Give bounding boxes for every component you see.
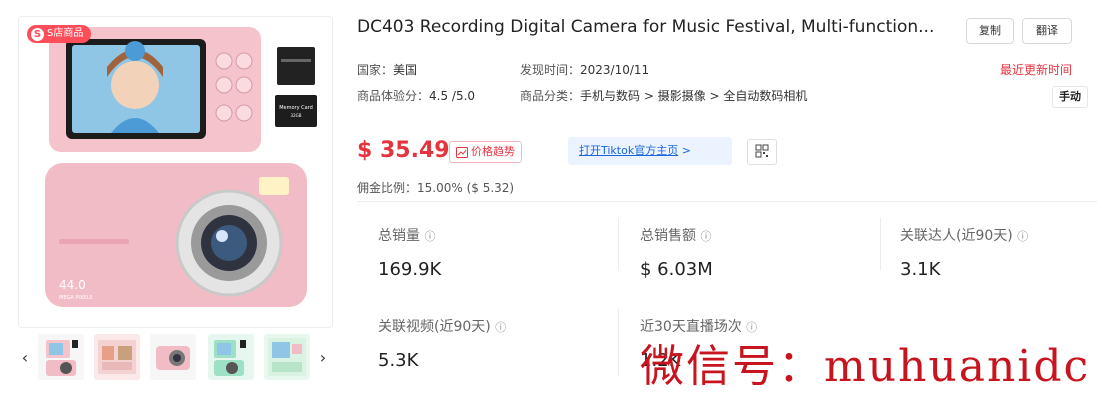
found-time-value: 2023/10/11 xyxy=(580,63,650,77)
price-trend-button[interactable]: 价格趋势 xyxy=(449,141,522,163)
info-icon[interactable]: ⓘ xyxy=(700,230,711,243)
stat-total-revenue-label: 总销售额 ⓘ xyxy=(640,228,712,244)
stat-related-videos-value: 5.3K xyxy=(378,350,419,371)
category-row: 商品分类：手机与数码 > 摄影摄像 > 全自动数码相机 xyxy=(520,87,807,104)
stat-related-creators-value: 3.1K xyxy=(900,259,941,280)
country-value: 美国 xyxy=(393,63,418,77)
thumbnail-item[interactable] xyxy=(264,334,310,380)
found-time-label: 发现时间： xyxy=(520,63,581,77)
thumbnail-strip: ‹ › xyxy=(18,334,331,382)
product-main-image[interactable]: S S店商品 Memory Card 32GB 44.0 MEGA PIXELS xyxy=(18,16,333,328)
thumbnail-item[interactable] xyxy=(208,334,254,380)
info-icon[interactable]: ⓘ xyxy=(1017,230,1028,243)
divider xyxy=(880,218,881,270)
thumbnail-item[interactable] xyxy=(38,334,84,380)
rating-row: 商品体验分：4.5 /5.0 xyxy=(357,87,475,104)
tiktok-link-label: 打开Tiktok官方主页 xyxy=(579,144,679,157)
stat-related-creators-label: 关联达人(近90天) ⓘ xyxy=(900,228,1029,244)
info-icon[interactable]: ⓘ xyxy=(424,230,435,243)
rating-value: 4.5 /5.0 xyxy=(429,89,476,103)
thumbnail-item[interactable] xyxy=(94,334,140,380)
stat-total-revenue-value: $ 6.03M xyxy=(640,259,713,280)
info-icon[interactable]: ⓘ xyxy=(495,321,506,334)
rating-label: 商品体验分： xyxy=(357,89,430,103)
category-value: 手机与数码 > 摄影摄像 > 全自动数码相机 xyxy=(580,89,808,103)
trend-chart-icon xyxy=(456,146,468,158)
camera-illustration: Memory Card 32GB 44.0 MEGA PIXELS xyxy=(45,27,317,307)
memory-card-size: 32GB xyxy=(291,113,302,118)
thumbnail-prev-arrow[interactable]: ‹ xyxy=(18,348,32,367)
copy-button[interactable]: 复制 xyxy=(966,18,1014,44)
megapixel-subtext: MEGA PIXELS xyxy=(59,295,92,301)
tiktok-link-arrow: > xyxy=(681,144,691,157)
found-time-row: 发现时间：2023/10/11 xyxy=(520,61,649,78)
thumbnail-item[interactable] xyxy=(150,334,196,380)
stat-related-videos-label: 关联视频(近90天) ⓘ xyxy=(378,319,507,335)
qr-code-button[interactable] xyxy=(747,139,777,165)
country-row: 国家：美国 xyxy=(357,61,417,78)
stat-total-sales-label: 总销量 ⓘ xyxy=(378,228,436,244)
product-title: DC403 Recording Digital Camera for Music… xyxy=(357,17,935,37)
translate-button[interactable]: 翻译 xyxy=(1022,18,1072,44)
product-price: $ 35.49 xyxy=(357,138,450,163)
recent-update-link[interactable]: 最近更新时间 xyxy=(1000,61,1072,78)
thumbnail-next-arrow[interactable]: › xyxy=(316,348,330,367)
commission-rate: 佣金比例：15.00% ($ 5.32) xyxy=(357,181,515,195)
tiktok-homepage-button[interactable]: 打开Tiktok官方主页 > xyxy=(568,137,732,165)
qr-code-icon xyxy=(755,144,769,158)
price-trend-label: 价格趋势 xyxy=(471,145,515,158)
store-badge: S S店商品 xyxy=(27,25,92,43)
country-label: 国家： xyxy=(357,63,394,77)
divider xyxy=(357,201,1097,202)
megapixel-text: 44.0 xyxy=(59,278,86,292)
manual-button[interactable]: 手动 xyxy=(1052,86,1088,108)
memory-card-text: Memory Card xyxy=(279,105,313,111)
store-s-icon: S xyxy=(31,27,44,41)
category-label: 商品分类： xyxy=(520,89,581,103)
store-badge-label: S店商品 xyxy=(47,28,84,39)
stat-total-sales-value: 169.9K xyxy=(378,259,442,280)
watermark-text: 微信号：muhuanidc xyxy=(640,341,1091,392)
divider xyxy=(618,218,619,270)
divider xyxy=(618,308,619,376)
